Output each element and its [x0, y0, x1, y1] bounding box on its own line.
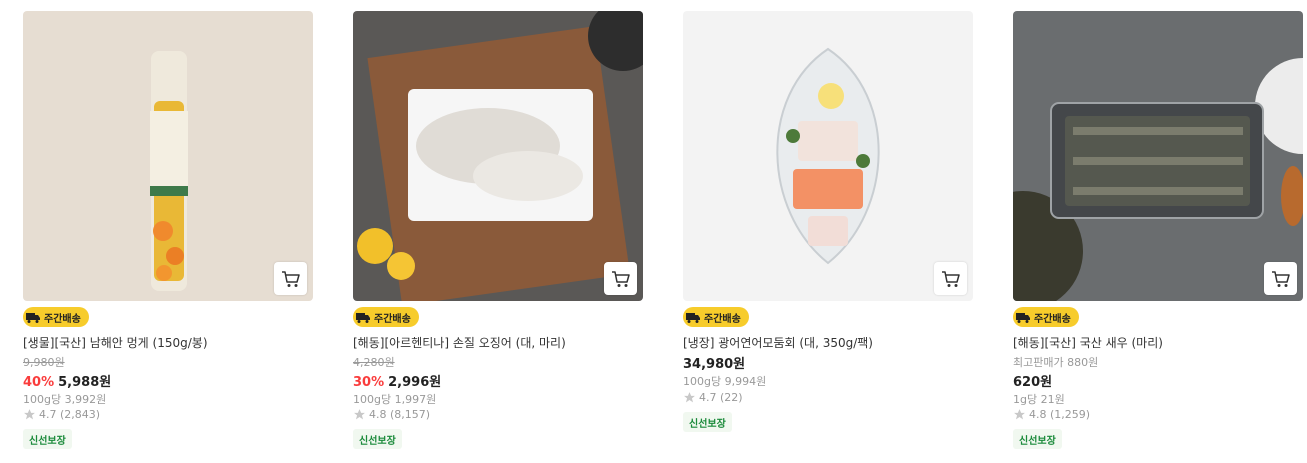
rating-text: 4.7 (22): [699, 391, 743, 404]
cart-icon: [281, 270, 300, 287]
fresh-guarantee-tag: 신선보장: [353, 429, 402, 449]
fresh-guarantee-tag: 신선보장: [1013, 429, 1062, 449]
rating-text: 4.8 (1,259): [1029, 408, 1091, 421]
original-price: 4,280원: [353, 356, 395, 369]
truck-icon: [23, 307, 43, 327]
product-image[interactable]: [353, 11, 643, 301]
product-card[interactable]: 주간배송 [해동][국산] 국산 새우 (마리) 최고판매가 880원 620원…: [1013, 11, 1303, 449]
lowest-price-note: 최고판매가 880원: [1013, 356, 1099, 369]
rating-text: 4.8 (8,157): [369, 408, 431, 421]
add-to-cart-button[interactable]: [934, 262, 967, 295]
cart-icon: [1271, 270, 1290, 287]
sale-price: 34,980원: [683, 357, 746, 372]
star-icon: [1014, 409, 1025, 420]
shrimp-image: [1013, 11, 1303, 301]
product-name[interactable]: [해동][아르헨티나] 손질 오징어 (대, 마리): [353, 334, 566, 351]
price-row: 34,980원: [683, 353, 745, 372]
rating: 4.8 (8,157): [353, 408, 430, 421]
original-price: 9,980원: [23, 356, 65, 369]
sashimi-platter-image: [683, 11, 973, 301]
price-row: 40% 5,988원: [23, 371, 111, 390]
rating: 4.8 (1,259): [1013, 408, 1090, 421]
unit-price: 1g당 21원: [1013, 393, 1065, 406]
sale-price: 5,988원: [58, 375, 112, 390]
delivery-badge: 주간배송: [1013, 307, 1079, 327]
product-image[interactable]: [23, 11, 313, 301]
cart-icon: [611, 270, 630, 287]
unit-price: 100g당 3,992원: [23, 393, 107, 406]
product-image[interactable]: [1013, 11, 1303, 301]
delivery-badge: 주간배송: [683, 307, 749, 327]
add-to-cart-button[interactable]: [274, 262, 307, 295]
unit-price: 100g당 9,994원: [683, 375, 767, 388]
unit-price: 100g당 1,997원: [353, 393, 437, 406]
squid-image: [353, 11, 643, 301]
discount-rate: 30%: [353, 375, 385, 390]
fresh-guarantee-tag: 신선보장: [23, 429, 72, 449]
price-row: 30% 2,996원: [353, 371, 441, 390]
product-card[interactable]: 주간배송 [해동][아르헨티나] 손질 오징어 (대, 마리) 4,280원 3…: [353, 11, 643, 449]
fresh-guarantee-tag: 신선보장: [683, 412, 732, 432]
delivery-badge: 주간배송: [23, 307, 89, 327]
product-name[interactable]: [냉장] 광어연어모둠회 (대, 350g/팩): [683, 334, 873, 351]
cart-icon: [941, 270, 960, 287]
product-name[interactable]: [생물][국산] 남해안 멍게 (150g/봉): [23, 334, 208, 351]
star-icon: [684, 392, 695, 403]
price-row: 620원: [1013, 371, 1052, 390]
star-icon: [354, 409, 365, 420]
truck-icon: [1013, 307, 1033, 327]
truck-icon: [683, 307, 703, 327]
discount-rate: 40%: [23, 375, 55, 390]
add-to-cart-button[interactable]: [1264, 262, 1297, 295]
delivery-badge-label: 주간배송: [1034, 313, 1071, 325]
sale-price: 2,996원: [388, 375, 442, 390]
sale-price: 620원: [1013, 375, 1053, 390]
sea-squirt-image: [23, 11, 313, 301]
rating: 4.7 (2,843): [23, 408, 100, 421]
product-card[interactable]: 주간배송 [냉장] 광어연어모둠회 (대, 350g/팩) 34,980원 10…: [683, 11, 973, 432]
product-card[interactable]: 주간배송 [생물][국산] 남해안 멍게 (150g/봉) 9,980원 40%…: [23, 11, 313, 449]
delivery-badge-label: 주간배송: [704, 313, 741, 325]
add-to-cart-button[interactable]: [604, 262, 637, 295]
rating: 4.7 (22): [683, 391, 743, 404]
star-icon: [24, 409, 35, 420]
truck-icon: [353, 307, 373, 327]
delivery-badge-label: 주간배송: [374, 313, 411, 325]
product-name[interactable]: [해동][국산] 국산 새우 (마리): [1013, 334, 1163, 351]
rating-text: 4.7 (2,843): [39, 408, 101, 421]
delivery-badge: 주간배송: [353, 307, 419, 327]
product-image[interactable]: [683, 11, 973, 301]
delivery-badge-label: 주간배송: [44, 313, 81, 325]
